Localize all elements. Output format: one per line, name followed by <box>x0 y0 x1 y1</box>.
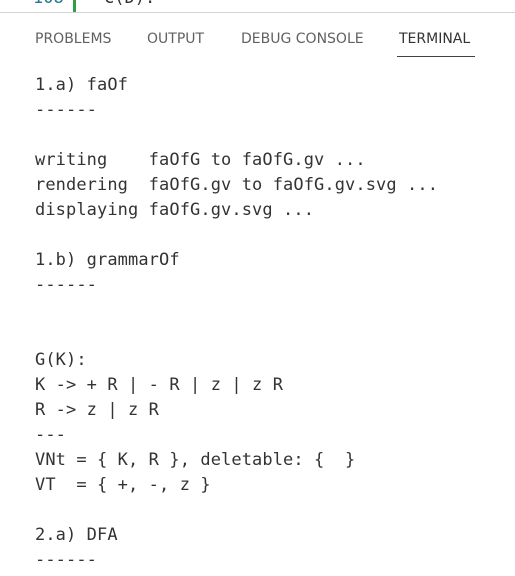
terminal-line: ------ <box>35 100 98 120</box>
terminal-line: writing faOfG to faOfG.gv ... <box>35 150 366 170</box>
panel-tab-bar: PROBLEMS OUTPUT DEBUG CONSOLE TERMINAL <box>0 13 515 61</box>
terminal-line: VNt = { K, R }, deletable: { } <box>35 450 356 470</box>
tab-problems[interactable]: PROBLEMS <box>35 31 111 47</box>
terminal-line: G(K): <box>35 350 87 370</box>
terminal-line: rendering faOfG.gv to faOfG.gv.svg ... <box>35 175 439 195</box>
terminal-line: ------ <box>35 550 98 570</box>
terminal-line: 2.a) DFA <box>35 525 118 545</box>
editor-line-number: 108 <box>33 0 64 8</box>
terminal-output[interactable]: 1.a) faOf ------ writing faOfG to faOfG.… <box>35 73 505 576</box>
tab-debug-console[interactable]: DEBUG CONSOLE <box>241 31 364 47</box>
terminal-line: R -> z | z R <box>35 400 160 420</box>
vscode-panel-view: 108 C(D). PROBLEMS OUTPUT DEBUG CONSOLE … <box>0 0 515 576</box>
tab-terminal[interactable]: TERMINAL <box>399 31 470 47</box>
terminal-line: 1.b) grammarOf <box>35 250 180 270</box>
terminal-line: VT = { +, -, z } <box>35 475 211 495</box>
terminal-line: 1.a) faOf <box>35 75 129 95</box>
editor-code-fragment: C(D). <box>104 0 155 8</box>
tab-output[interactable]: OUTPUT <box>147 31 204 47</box>
terminal-line: ------ <box>35 275 98 295</box>
terminal-line: K -> + R | - R | z | z R <box>35 375 284 395</box>
active-tab-indicator <box>397 56 475 57</box>
terminal-line: --- <box>35 425 67 445</box>
editor-remnant: 108 C(D). <box>0 0 515 12</box>
terminal-line: displaying faOfG.gv.svg ... <box>35 200 315 220</box>
git-change-indicator <box>73 0 76 12</box>
